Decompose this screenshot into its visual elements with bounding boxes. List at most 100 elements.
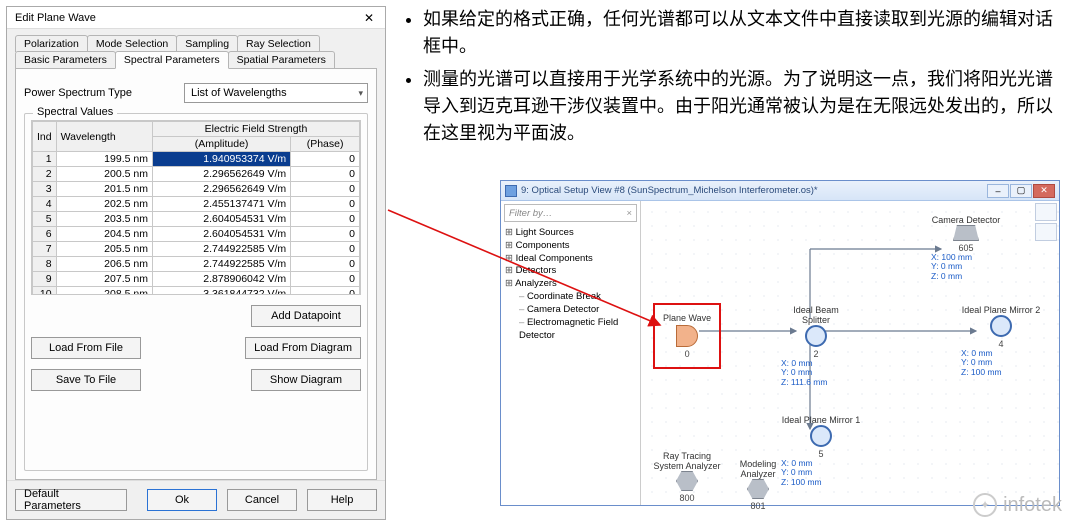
cell-phase[interactable]: 0 xyxy=(291,182,360,197)
spectral-values-table[interactable]: Ind Wavelength Electric Field Strength (… xyxy=(32,121,360,295)
tree-coordinate-break[interactable]: Coordinate Break xyxy=(505,291,636,304)
filter-input[interactable]: Filter by… × xyxy=(504,204,637,222)
cell-phase[interactable]: 0 xyxy=(291,257,360,272)
node-number: 800 xyxy=(647,493,727,503)
tab-strip: Polarization Mode Selection Sampling Ray… xyxy=(7,29,385,68)
table-row[interactable]: 4202.5 nm2.455137471 V/m0 xyxy=(33,197,360,212)
cell-wavelength[interactable]: 205.5 nm xyxy=(56,242,152,257)
table-row[interactable]: 5203.5 nm2.604054531 V/m0 xyxy=(33,212,360,227)
node-mirror-1[interactable]: Ideal Plane Mirror 1 5 X: 0 mm Y: 0 mm Z… xyxy=(781,415,861,487)
cell-wavelength[interactable]: 203.5 nm xyxy=(56,212,152,227)
cell-phase[interactable]: 0 xyxy=(291,167,360,182)
dialog-footer: Default Parameters Ok Cancel Help xyxy=(7,480,385,519)
cell-amplitude[interactable]: 2.744922585 V/m xyxy=(152,257,290,272)
col-efs: Electric Field Strength xyxy=(152,122,359,137)
spectral-values-label: Spectral Values xyxy=(33,106,117,118)
cell-amplitude[interactable]: 2.296562649 V/m xyxy=(152,167,290,182)
node-label: Ideal Beam Splitter xyxy=(781,305,851,325)
table-row[interactable]: 10208.5 nm3.361844732 V/m0 xyxy=(33,287,360,296)
cell-phase[interactable]: 0 xyxy=(291,272,360,287)
table-row[interactable]: 8206.5 nm2.744922585 V/m0 xyxy=(33,257,360,272)
cell-amplitude[interactable]: 2.296562649 V/m xyxy=(152,182,290,197)
tool-icon[interactable] xyxy=(1035,223,1057,241)
clear-icon[interactable]: × xyxy=(626,208,632,219)
cell-phase[interactable]: 0 xyxy=(291,242,360,257)
table-row[interactable]: 6204.5 nm2.604054531 V/m0 xyxy=(33,227,360,242)
default-parameters-button[interactable]: Default Parameters xyxy=(15,489,127,511)
table-row[interactable]: 1199.5 nm1.940953374 V/m0 xyxy=(33,152,360,167)
cell-amplitude[interactable]: 2.604054531 V/m xyxy=(152,212,290,227)
cell-phase[interactable]: 0 xyxy=(291,152,360,167)
cell-wavelength[interactable]: 200.5 nm xyxy=(56,167,152,182)
col-wavelength: Wavelength xyxy=(56,122,152,152)
tab-mode-selection[interactable]: Mode Selection xyxy=(87,35,177,52)
cell-phase[interactable]: 0 xyxy=(291,197,360,212)
tree-ideal-components[interactable]: Ideal Components xyxy=(505,253,636,266)
tree-em-field-detector[interactable]: Electromagnetic Field Detector xyxy=(505,317,636,343)
save-to-file-button[interactable]: Save To File xyxy=(31,369,141,391)
tree-components[interactable]: Components xyxy=(505,240,636,253)
cell-wavelength[interactable]: 207.5 nm xyxy=(56,272,152,287)
tab-spatial-parameters[interactable]: Spatial Parameters xyxy=(228,51,335,68)
table-row[interactable]: 3201.5 nm2.296562649 V/m0 xyxy=(33,182,360,197)
cell-amplitude[interactable]: 2.604054531 V/m xyxy=(152,227,290,242)
cell-ind: 2 xyxy=(33,167,57,182)
maximize-icon[interactable]: ▢ xyxy=(1010,184,1032,198)
cell-amplitude[interactable]: 2.878906042 V/m xyxy=(152,272,290,287)
minimize-icon[interactable]: – xyxy=(987,184,1009,198)
node-plane-wave[interactable]: Plane Wave 0 xyxy=(659,309,715,363)
ok-button[interactable]: Ok xyxy=(147,489,217,511)
cell-wavelength[interactable]: 202.5 nm xyxy=(56,197,152,212)
tree-camera-detector[interactable]: Camera Detector xyxy=(505,304,636,317)
cell-amplitude[interactable]: 1.940953374 V/m xyxy=(152,152,290,167)
node-modeling-analyzer[interactable]: Modeling Analyzer 801 xyxy=(723,459,793,511)
tab-sampling[interactable]: Sampling xyxy=(176,35,238,52)
show-diagram-button[interactable]: Show Diagram xyxy=(251,369,361,391)
tree-detectors[interactable]: Detectors xyxy=(505,265,636,278)
cell-wavelength[interactable]: 204.5 nm xyxy=(56,227,152,242)
tree-analyzers[interactable]: Analyzers xyxy=(505,278,636,291)
power-spectrum-type-value: List of Wavelengths xyxy=(191,87,287,99)
table-row[interactable]: 7205.5 nm2.744922585 V/m0 xyxy=(33,242,360,257)
explanation-bullets: 如果给定的格式正确，任何光谱都可以从文本文件中直接读取到光源的编辑对话框中。 测… xyxy=(405,6,1065,153)
optical-setup-window: 9: Optical Setup View #8 (SunSpectrum_Mi… xyxy=(500,180,1060,506)
cell-wavelength[interactable]: 208.5 nm xyxy=(56,287,152,296)
add-datapoint-button[interactable]: Add Datapoint xyxy=(251,305,361,327)
setup-canvas[interactable]: Plane Wave 0 Ideal Beam Splitter 2 X: 0 … xyxy=(641,201,1059,505)
window-close-icon[interactable]: ✕ xyxy=(1033,184,1055,198)
table-row[interactable]: 2200.5 nm2.296562649 V/m0 xyxy=(33,167,360,182)
tab-polarization[interactable]: Polarization xyxy=(15,35,88,52)
cell-wavelength[interactable]: 199.5 nm xyxy=(56,152,152,167)
tab-basic-parameters[interactable]: Basic Parameters xyxy=(15,51,116,68)
component-tree[interactable]: Light Sources Components Ideal Component… xyxy=(501,225,640,344)
tab-spectral-parameters[interactable]: Spectral Parameters xyxy=(115,51,229,69)
node-number: 801 xyxy=(723,501,793,511)
load-from-diagram-button[interactable]: Load From Diagram xyxy=(245,337,361,359)
load-from-file-button[interactable]: Load From File xyxy=(31,337,141,359)
cell-amplitude[interactable]: 2.455137471 V/m xyxy=(152,197,290,212)
node-label: Ideal Plane Mirror 2 xyxy=(961,305,1041,315)
cell-amplitude[interactable]: 3.361844732 V/m xyxy=(152,287,290,296)
cancel-button[interactable]: Cancel xyxy=(227,489,297,511)
cell-wavelength[interactable]: 201.5 nm xyxy=(56,182,152,197)
chevron-down-icon: ▾ xyxy=(358,88,363,99)
cell-phase[interactable]: 0 xyxy=(291,227,360,242)
node-rtsa[interactable]: Ray Tracing System Analyzer 800 xyxy=(647,451,727,503)
tab-ray-selection[interactable]: Ray Selection xyxy=(237,35,320,52)
close-icon[interactable]: ✕ xyxy=(359,9,379,27)
canvas-toolbar xyxy=(1035,203,1057,241)
cell-phase[interactable]: 0 xyxy=(291,287,360,296)
node-mirror-2[interactable]: Ideal Plane Mirror 2 4 X: 0 mm Y: 0 mm Z… xyxy=(961,305,1041,377)
tree-light-sources[interactable]: Light Sources xyxy=(505,227,636,240)
cell-wavelength[interactable]: 206.5 nm xyxy=(56,257,152,272)
tool-icon[interactable] xyxy=(1035,203,1057,221)
cell-phase[interactable]: 0 xyxy=(291,212,360,227)
table-row[interactable]: 9207.5 nm2.878906042 V/m0 xyxy=(33,272,360,287)
help-button[interactable]: Help xyxy=(307,489,377,511)
node-beam-splitter[interactable]: Ideal Beam Splitter 2 X: 0 mm Y: 0 mm Z:… xyxy=(781,305,851,387)
power-spectrum-type-select[interactable]: List of Wavelengths ▾ xyxy=(184,83,368,103)
cell-ind: 10 xyxy=(33,287,57,296)
cell-amplitude[interactable]: 2.744922585 V/m xyxy=(152,242,290,257)
cell-ind: 5 xyxy=(33,212,57,227)
node-camera-detector[interactable]: Camera Detector 605 X: 100 mm Y: 0 mm Z:… xyxy=(931,215,1001,281)
